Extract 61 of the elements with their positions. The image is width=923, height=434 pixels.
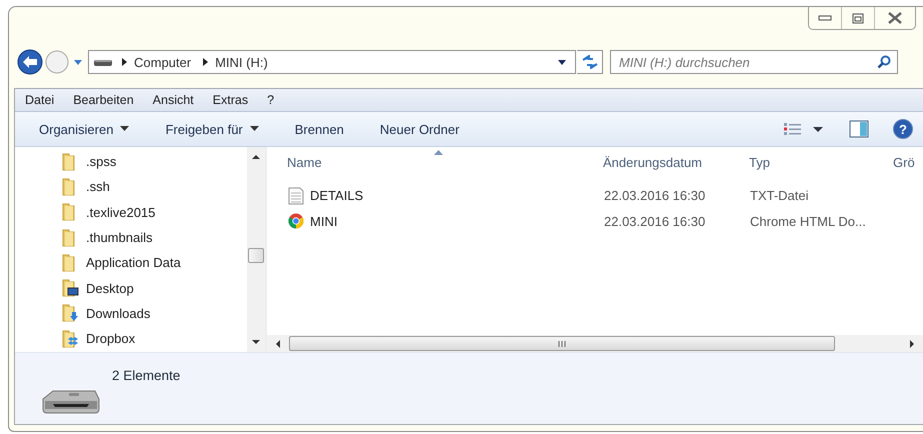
dropbox-folder-icon — [61, 330, 79, 348]
address-bar[interactable]: Computer MINI (H:) — [88, 50, 576, 74]
search-field[interactable]: MINI (H:) durchsuchen — [610, 50, 898, 74]
sidebar-item[interactable]: .ssh — [61, 174, 247, 200]
scrollbar[interactable] — [267, 335, 923, 352]
toolbar-button[interactable]: Brennen — [294, 122, 344, 136]
sidebar-item[interactable]: Application Data — [61, 250, 247, 276]
menu-item[interactable]: ? — [267, 93, 274, 107]
breadcrumb-item[interactable]: MINI (H:) — [215, 54, 268, 70]
toolbar-button[interactable]: Neuer Ordner — [380, 122, 460, 136]
minimize-icon — [818, 14, 832, 22]
sidebar-item[interactable]: Desktop — [61, 275, 247, 301]
scroll-thumb[interactable] — [248, 248, 264, 263]
scroll-right-icon[interactable] — [909, 340, 915, 348]
chrome-logo-icon — [288, 213, 304, 230]
view-options-icon[interactable] — [783, 122, 803, 136]
scroll-left-icon[interactable] — [275, 340, 281, 348]
desktop-folder-icon — [61, 279, 79, 298]
file-name-cell[interactable]: DETAILS — [288, 186, 604, 205]
toolbar-button[interactable]: Organisieren — [39, 122, 130, 136]
refresh-button[interactable] — [577, 50, 603, 74]
type-cell-text: Chrome HTML Do... — [750, 214, 867, 229]
menu-item[interactable]: Ansicht — [152, 93, 194, 107]
maximize-icon — [852, 12, 864, 24]
help-button[interactable]: ? — [893, 119, 913, 139]
refresh-icon — [580, 55, 598, 69]
item-count: 2 Elemente — [112, 368, 180, 384]
column-header[interactable]: Name — [287, 154, 603, 170]
sidebar-item[interactable]: .texlive2015 — [61, 200, 247, 225]
scroll-down-icon[interactable] — [252, 339, 260, 345]
scroll-thumb[interactable] — [289, 336, 835, 351]
breadcrumb-item[interactable]: Computer — [134, 54, 192, 70]
sidebar-item[interactable]: Dropbox — [61, 326, 247, 352]
menu-item[interactable]: Extras — [212, 93, 248, 107]
preview-pane-icon[interactable] — [849, 120, 869, 138]
sidebar-item[interactable]: Downloads — [61, 300, 247, 326]
toolbar-button[interactable]: Freigeben für — [165, 122, 259, 136]
chevron-icon[interactable] — [119, 57, 129, 67]
column-header[interactable]: Typ — [749, 154, 893, 170]
dropdown-icon[interactable] — [813, 126, 823, 132]
sidebar-item[interactable]: .spss — [61, 149, 247, 174]
type-cell-text: TXT-Datei — [750, 188, 810, 204]
scrollbar[interactable] — [247, 147, 265, 352]
history-dropdown-icon[interactable] — [73, 58, 83, 66]
column-header[interactable]: Grö — [893, 154, 923, 170]
chevron-icon[interactable] — [200, 57, 210, 67]
scroll-up-icon[interactable] — [252, 154, 260, 160]
search-icon[interactable] — [877, 55, 891, 69]
text-file-icon — [288, 186, 304, 205]
sort-icon — [434, 150, 443, 155]
file-name-cell[interactable]: MINI — [288, 213, 604, 230]
column-header[interactable]: Änderungsdatum — [603, 154, 749, 170]
menu-item[interactable]: Bearbeiten — [73, 93, 134, 107]
grip-icon — [557, 340, 567, 346]
date-cell-text: 22.03.2016 16:30 — [604, 188, 706, 204]
downloads-folder-icon — [61, 304, 79, 322]
date-cell-text: 22.03.2016 16:30 — [604, 214, 706, 229]
sidebar-item[interactable]: .thumbnails — [61, 224, 247, 250]
menu-item[interactable]: Datei — [25, 93, 54, 107]
close-icon — [887, 12, 903, 24]
dropdown-icon[interactable] — [557, 58, 567, 66]
